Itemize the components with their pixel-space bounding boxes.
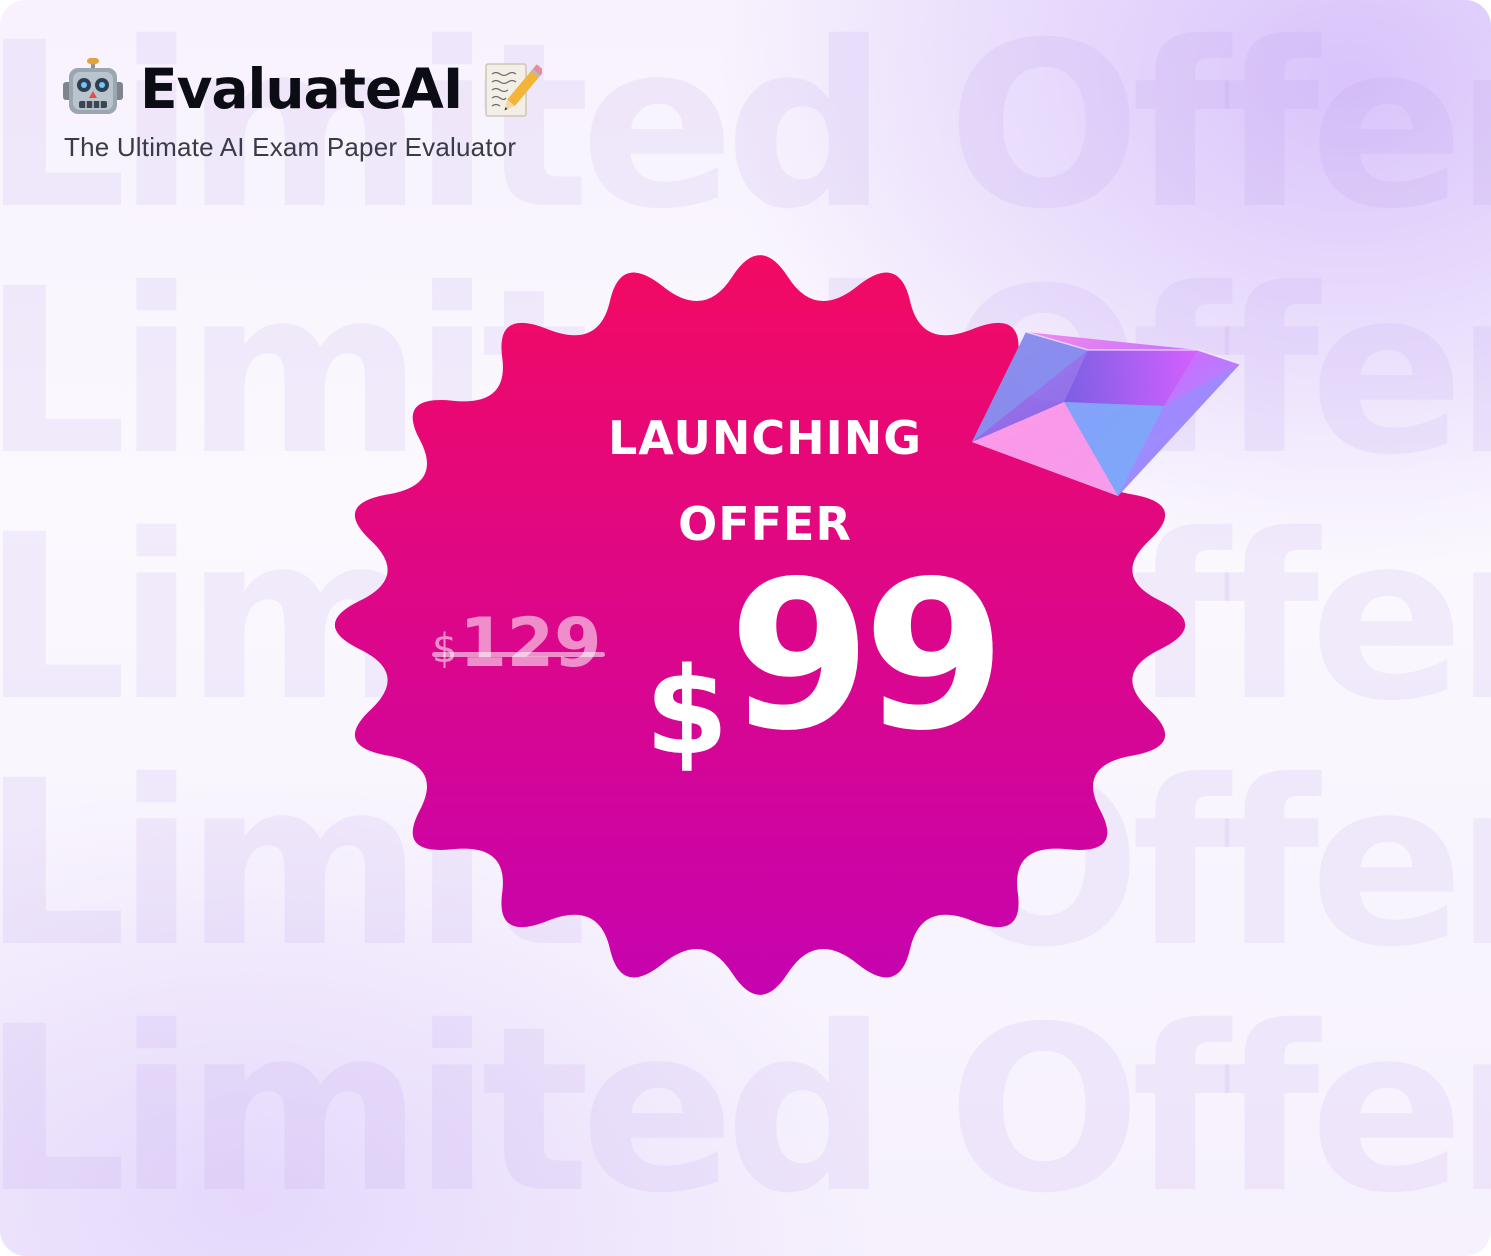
old-price: $129	[432, 604, 606, 704]
background-text-line: Limited Offer	[0, 977, 1491, 1243]
offer-headline-line1: LAUNCHING	[608, 411, 922, 465]
diamond-gem-icon	[972, 331, 1241, 496]
old-price-amount: 129	[459, 604, 602, 683]
promo-card: Limited Offer Limited Offer Limited Offe…	[0, 0, 1491, 1256]
memo-icon	[480, 58, 545, 120]
old-price-currency: $	[432, 626, 458, 672]
brand-title: EvaluateAI	[140, 57, 463, 121]
brand-header: EvaluateAI The Ultimate AI Exam Paper Ev…	[62, 52, 545, 163]
brand-subtitle: The Ultimate AI Exam Paper Evaluator	[64, 132, 517, 162]
robot-icon	[62, 57, 124, 120]
new-price: $99	[645, 555, 1006, 773]
strikethrough-line	[432, 652, 606, 657]
new-price-amount: 99	[728, 538, 1006, 776]
new-price-currency: $	[645, 643, 729, 782]
